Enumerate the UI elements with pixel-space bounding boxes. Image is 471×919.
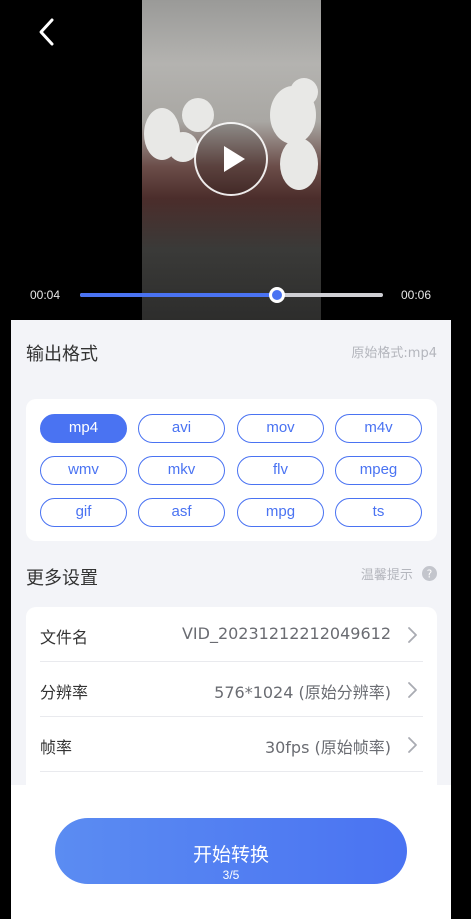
- output-format-title: 输出格式: [26, 344, 98, 365]
- format-option[interactable]: gif: [40, 498, 127, 527]
- help-icon: ?: [422, 566, 437, 581]
- format-options-card: mp4 avi mov m4v wmv mkv flv mpeg gif asf…: [26, 399, 437, 541]
- chevron-right-icon: [408, 682, 417, 698]
- total-time: 00:06: [401, 288, 432, 302]
- chevron-right-icon: [408, 627, 417, 643]
- play-button[interactable]: [194, 122, 268, 196]
- row-value: 576*1024 (原始分辨率): [214, 683, 391, 702]
- setting-row-framerate[interactable]: 帧率 30fps (原始帧率): [40, 717, 423, 772]
- video-player[interactable]: 00:04 00:06: [0, 0, 471, 320]
- start-convert-button[interactable]: 开始转换 3/5: [55, 818, 407, 884]
- page-indicator: 3/5: [222, 868, 240, 882]
- tips-link[interactable]: 温馨提示 ?: [361, 563, 437, 583]
- play-icon: [224, 146, 245, 172]
- settings-panel: 输出格式 原始格式:mp4 mp4 avi mov m4v wmv mkv fl…: [11, 320, 451, 919]
- progress-thumb[interactable]: [268, 287, 285, 303]
- format-option[interactable]: mkv: [138, 456, 225, 485]
- progress-slider[interactable]: [80, 287, 383, 303]
- back-button[interactable]: [30, 14, 66, 50]
- format-option[interactable]: flv: [237, 456, 324, 485]
- row-label: 帧率: [40, 738, 73, 757]
- svg-text:?: ?: [427, 568, 432, 580]
- setting-row-resolution[interactable]: 分辨率 576*1024 (原始分辨率): [40, 662, 423, 717]
- more-settings-title: 更多设置: [26, 568, 98, 589]
- original-format-hint: 原始格式:mp4: [351, 346, 437, 361]
- bottom-action-bar: 开始转换 3/5: [11, 785, 451, 919]
- format-option[interactable]: mp4: [40, 414, 127, 443]
- row-label: 分辨率: [40, 683, 89, 702]
- chevron-left-icon: [39, 18, 54, 46]
- format-option[interactable]: mov: [237, 414, 324, 443]
- format-option[interactable]: avi: [138, 414, 225, 443]
- chevron-right-icon: [408, 737, 417, 753]
- setting-row-filename[interactable]: 文件名 VID_20231212212049612: [40, 607, 423, 662]
- convert-label: 开始转换: [192, 844, 269, 866]
- progress-fill: [80, 293, 277, 297]
- tips-label: 温馨提示: [360, 568, 413, 583]
- format-option[interactable]: m4v: [335, 414, 422, 443]
- format-option[interactable]: ts: [335, 498, 422, 527]
- current-time: 00:04: [30, 288, 61, 302]
- format-option[interactable]: mpeg: [335, 456, 422, 485]
- format-option[interactable]: asf: [138, 498, 225, 527]
- format-option[interactable]: mpg: [237, 498, 324, 527]
- row-label: 文件名: [40, 628, 89, 647]
- format-option[interactable]: wmv: [40, 456, 127, 485]
- row-value: 30fps (原始帧率): [264, 738, 391, 757]
- row-value: VID_20231212212049612: [181, 624, 391, 643]
